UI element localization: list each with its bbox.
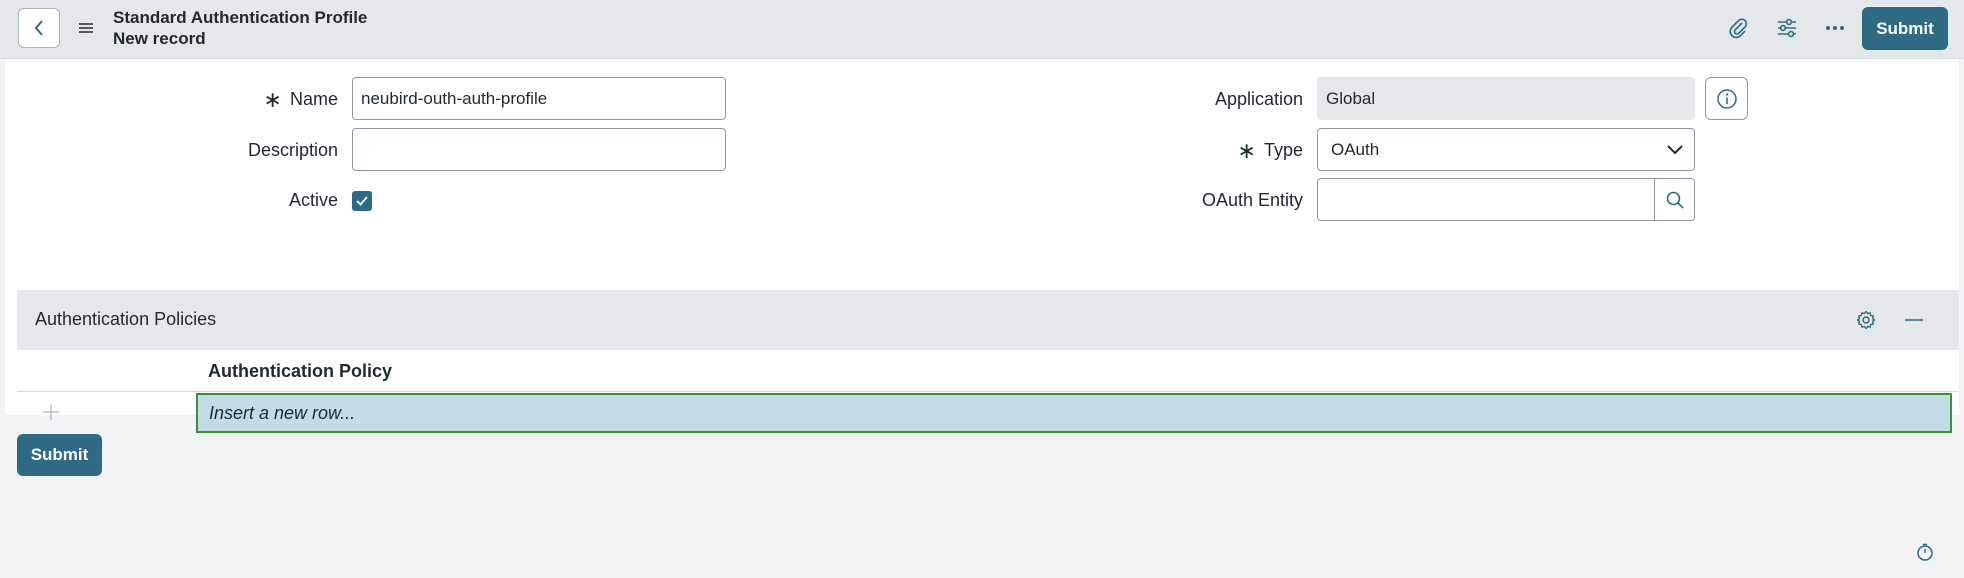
more-options-button[interactable] [1820, 13, 1850, 43]
related-list-settings-button[interactable] [1851, 305, 1881, 335]
related-list-header: Authentication Policies [17, 290, 1959, 350]
oauth-entity-input[interactable] [1317, 178, 1655, 221]
info-icon [1716, 88, 1737, 109]
required-icon: ∗ [263, 87, 282, 112]
chevron-down-icon [1667, 145, 1683, 155]
submit-button-top[interactable]: Submit [1862, 7, 1948, 50]
active-checkbox[interactable] [352, 191, 372, 211]
gear-icon [1856, 310, 1876, 330]
column-header-authentication-policy[interactable]: Authentication Policy [208, 361, 392, 382]
description-label: Description [247, 140, 338, 160]
type-select-value: OAuth [1331, 140, 1380, 159]
more-options-icon [1826, 26, 1844, 30]
back-icon [34, 20, 43, 36]
hamburger-menu-icon[interactable] [76, 18, 96, 38]
submit-button-bottom[interactable]: Submit [17, 434, 102, 476]
personalize-button[interactable] [1772, 13, 1802, 43]
plus-icon[interactable] [42, 403, 60, 421]
name-input[interactable]: neubird-outh-auth-profile [352, 77, 726, 120]
attachment-button[interactable] [1723, 13, 1753, 43]
application-field: Global [1317, 77, 1695, 120]
related-list-title: Authentication Policies [35, 309, 217, 329]
required-icon: ∗ [1237, 138, 1256, 163]
checkmark-icon [356, 196, 368, 206]
insert-new-row[interactable]: Insert a new row... [196, 393, 1952, 433]
type-label: ∗ Type [1237, 138, 1303, 163]
timer-icon[interactable] [1915, 542, 1935, 562]
form-panel: ∗ Name neubird-outh-auth-profile Descript… [5, 59, 1959, 433]
collapse-button[interactable] [1899, 305, 1929, 335]
page-title: Standard Authentication Profile [113, 8, 368, 27]
title-block: Standard Authentication Profile New reco… [113, 7, 367, 49]
oauth-entity-lookup-button[interactable] [1654, 178, 1695, 221]
form-header: Standard Authentication Profile New reco… [0, 0, 1964, 59]
application-info-button[interactable] [1705, 77, 1748, 120]
active-label: Active [288, 190, 338, 210]
page-subtitle: New record [113, 29, 206, 48]
description-input[interactable] [352, 128, 726, 171]
back-button[interactable] [18, 8, 60, 48]
minus-icon [1905, 319, 1923, 321]
paperclip-icon [1729, 18, 1748, 39]
type-select[interactable]: OAuth [1317, 128, 1695, 171]
search-icon [1666, 191, 1684, 209]
name-label: ∗ Name [263, 87, 338, 112]
column-divider [17, 391, 1959, 392]
oauth-entity-label: OAuth Entity [1201, 190, 1303, 210]
sliders-icon [1778, 18, 1796, 38]
application-label: Application [1214, 89, 1303, 109]
